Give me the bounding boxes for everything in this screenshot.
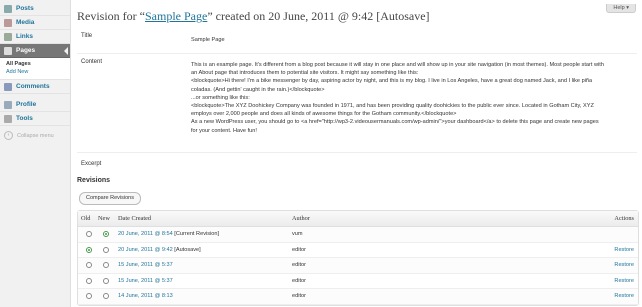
sidebar-item-label: Posts <box>16 5 34 12</box>
table-row: 15 June, 2011 @ 5:37 editor Restore <box>78 258 638 274</box>
pages-icon <box>4 46 12 55</box>
revision-date-cell: 20 June, 2011 @ 8:54 [Current Revision] <box>118 231 219 237</box>
revision-date-link[interactable]: 15 June, 2011 @ 5:37 <box>118 278 173 284</box>
submenu-all-pages[interactable]: All Pages <box>6 60 70 68</box>
title-prefix: Revision for “ <box>77 9 145 23</box>
revision-date-link[interactable]: 15 June, 2011 @ 5:37 <box>118 262 173 268</box>
restore-link[interactable]: Restore <box>614 278 634 284</box>
collapse-menu-label: Collapse menu <box>17 132 54 139</box>
revision-date-link[interactable]: 20 June, 2011 @ 9:42 <box>118 247 173 253</box>
sidebar-item-media[interactable]: Media <box>0 16 70 30</box>
sidebar-item-posts[interactable]: Posts <box>0 2 70 16</box>
field-label: Title <box>81 33 93 39</box>
restore-link[interactable]: Restore <box>614 262 634 268</box>
content-line: an About page that introduces them to po… <box>191 70 419 77</box>
new-radio[interactable] <box>103 293 109 300</box>
revision-author: editor <box>292 293 306 300</box>
table-header: Old New Date Created Author Actions <box>78 211 638 227</box>
table-row: 14 June, 2011 @ 8:13 editor Restore <box>78 289 638 305</box>
comments-icon <box>4 82 12 91</box>
content-line: coladas. (And gettin' caught in the rain… <box>191 86 325 93</box>
revision-date-cell: 20 June, 2011 @ 9:42 [Autosave] <box>118 247 201 253</box>
old-radio[interactable] <box>86 262 92 269</box>
title-suffix: ” created on 20 June, 2011 @ 9:42 [Autos… <box>207 9 430 23</box>
table-row: 15 June, 2011 @ 5:37 editor Restore <box>78 274 638 290</box>
sidebar-item-label: Profile <box>16 101 37 108</box>
revision-author: vum <box>292 231 303 237</box>
old-radio[interactable] <box>86 231 92 237</box>
sidebar-item-label: Links <box>16 33 33 40</box>
pages-submenu: All Pages Add New <box>0 58 70 80</box>
field-value: Sample Page <box>191 37 225 43</box>
revision-details: Title Sample Page Content This is an exa… <box>77 28 637 171</box>
revisions-table: Old New Date Created Author Actions 20 J… <box>77 210 639 306</box>
col-author: Author <box>292 215 310 222</box>
revision-date-cell: 14 June, 2011 @ 8:13 <box>118 293 173 299</box>
table-row: 20 June, 2011 @ 8:54 [Current Revision] v… <box>78 227 638 243</box>
revision-author: editor <box>292 246 306 253</box>
revision-field-content: Content This is an example page. It's di… <box>77 54 637 153</box>
sidebar-item-profile[interactable]: Profile <box>0 98 70 112</box>
old-radio[interactable] <box>86 293 92 300</box>
revision-date-link[interactable]: 20 June, 2011 @ 8:54 <box>118 231 173 237</box>
help-tab[interactable]: Help ▾ <box>606 4 636 13</box>
revision-date-cell: 15 June, 2011 @ 5:37 <box>118 262 173 268</box>
sidebar-item-links[interactable]: Links <box>0 30 70 44</box>
content-line: ...or something like this: <box>191 94 250 101</box>
sidebar-item-comments[interactable]: Comments <box>0 80 70 94</box>
col-new: New <box>98 215 110 222</box>
revision-note: [Current Revision] <box>174 231 220 237</box>
sidebar-item-pages[interactable]: Pages <box>0 44 70 58</box>
field-label: Excerpt <box>81 161 102 167</box>
tools-icon <box>4 114 12 123</box>
restore-link[interactable]: Restore <box>614 247 634 253</box>
media-icon <box>4 18 12 27</box>
new-radio[interactable] <box>103 231 109 237</box>
old-radio[interactable] <box>86 246 92 253</box>
title-link[interactable]: Sample Page <box>145 9 207 23</box>
col-actions: Actions <box>614 215 634 222</box>
restore-link[interactable]: Restore <box>614 293 634 299</box>
col-date: Date Created <box>118 215 152 222</box>
content-line: for your content. Have fun! <box>191 127 257 134</box>
sidebar-item-label: Pages <box>16 47 36 54</box>
sidebar-item-label: Comments <box>16 83 50 90</box>
content-line: This is an example page. It's different … <box>191 62 604 68</box>
new-radio[interactable] <box>103 262 109 269</box>
revisions-rows: 20 June, 2011 @ 8:54 [Current Revision] v… <box>78 227 638 305</box>
collapse-arrow-icon: ‹ <box>4 131 13 140</box>
revision-note: [Autosave] <box>174 246 201 253</box>
revision-field-title: Title Sample Page <box>77 28 637 54</box>
old-radio[interactable] <box>86 277 92 284</box>
compare-revisions-button[interactable]: Compare Revisions <box>79 192 141 205</box>
content-line: As a new WordPress user, you should go t… <box>191 119 599 126</box>
page-title: Revision for “Sample Page” created on 20… <box>77 9 430 24</box>
revision-date-link[interactable]: 14 June, 2011 @ 8:13 <box>118 293 173 299</box>
posts-icon <box>4 4 12 13</box>
links-icon <box>4 32 12 41</box>
active-arrow-icon <box>64 47 68 55</box>
revision-author: editor <box>292 262 306 269</box>
admin-sidebar: Posts Media Links Pages All Pages Add Ne… <box>0 0 71 307</box>
sidebar-item-tools[interactable]: Tools <box>0 112 70 126</box>
collapse-menu[interactable]: ‹ Collapse menu <box>0 126 70 145</box>
table-row: 20 June, 2011 @ 9:42 [Autosave] editor Res… <box>78 243 638 259</box>
sidebar-item-label: Media <box>16 19 35 26</box>
new-radio[interactable] <box>103 277 109 284</box>
content-line: employs over 2,000 people and does all k… <box>191 111 457 118</box>
sidebar-item-label: Tools <box>16 115 33 122</box>
revisions-heading: Revisions <box>77 177 111 184</box>
content-line: <blockquote>The XYZ Doohickey Company wa… <box>191 103 594 110</box>
field-label: Content <box>81 59 103 65</box>
revision-author: editor <box>292 277 306 284</box>
revision-date-cell: 15 June, 2011 @ 5:37 <box>118 278 173 284</box>
submenu-add-new[interactable]: Add New <box>6 68 70 76</box>
revision-field-excerpt: Excerpt <box>77 153 637 171</box>
profile-icon <box>4 100 12 109</box>
content-line: <blockquote>Hi there! I'm a bike messeng… <box>191 78 593 85</box>
col-old: Old <box>81 215 91 222</box>
content-text: This is an example page. It's different … <box>191 61 642 135</box>
new-radio[interactable] <box>103 246 109 253</box>
